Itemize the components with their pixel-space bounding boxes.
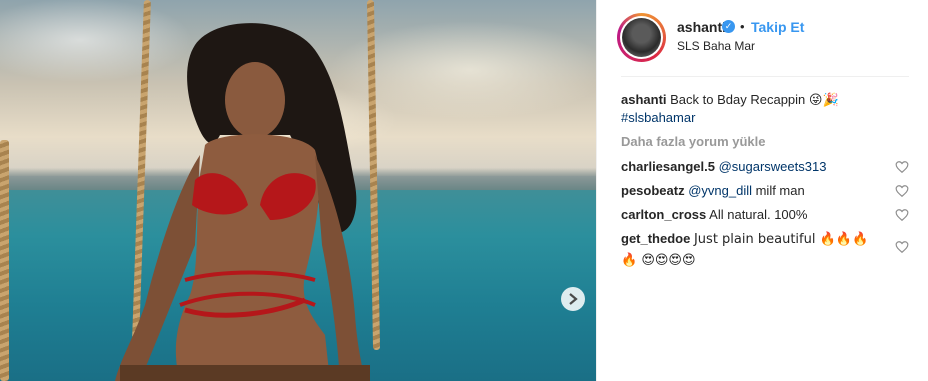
comment: carlton_cross All natural. 100%	[621, 205, 883, 225]
follow-button[interactable]: Takip Et	[751, 19, 804, 35]
comment-text: milf man	[751, 183, 805, 198]
next-photo-button[interactable]	[561, 287, 585, 311]
chevron-right-icon	[569, 293, 578, 305]
load-more-comments-button[interactable]: Daha fazla yorum yükle	[621, 134, 766, 149]
avatar-image	[622, 18, 661, 57]
header-divider	[621, 76, 909, 77]
caption-text: Back to Bday Recappin 😜🎉	[670, 92, 839, 107]
heart-icon[interactable]	[895, 184, 909, 198]
comment: get_thedoe Just plain beautiful 🔥🔥🔥🔥 😍😍😍…	[621, 229, 883, 271]
comment: pesobeatz @yvng_dill milf man	[621, 181, 883, 201]
caption-username[interactable]: ashanti	[621, 92, 667, 107]
location-link[interactable]: SLS Baha Mar	[677, 39, 755, 53]
comment-username[interactable]: pesobeatz	[621, 183, 685, 198]
avatar[interactable]	[617, 13, 666, 62]
header-username[interactable]: ashanti	[677, 19, 726, 35]
post-sidebar: ashanti ✓ • Takip Et SLS Baha Mar ashant…	[596, 0, 928, 381]
comment-mention[interactable]: @yvng_dill	[688, 183, 752, 198]
comment-username[interactable]: charliesangel.5	[621, 159, 715, 174]
post-header: ashanti ✓ • Takip Et SLS Baha Mar	[597, 0, 928, 77]
comment-text: All natural. 100%	[709, 207, 808, 222]
verified-badge-icon: ✓	[722, 20, 735, 33]
separator-dot: •	[740, 19, 745, 34]
comment-username[interactable]: carlton_cross	[621, 207, 706, 222]
swing-rope-edge	[0, 140, 9, 381]
comment: charliesangel.5 @sugarsweets313	[621, 157, 883, 177]
heart-icon[interactable]	[895, 208, 909, 222]
comment-username[interactable]: get_thedoe	[621, 231, 690, 246]
heart-icon[interactable]	[895, 240, 909, 254]
caption-hashtag[interactable]: #slsbahamar	[621, 110, 695, 125]
post-photo[interactable]	[0, 0, 596, 381]
comment-mention[interactable]: @sugarsweets313	[719, 159, 827, 174]
heart-icon[interactable]	[895, 160, 909, 174]
post-caption: ashanti Back to Bday Recappin 😜🎉 #slsbah…	[621, 91, 911, 127]
person-on-swing	[115, 23, 370, 381]
